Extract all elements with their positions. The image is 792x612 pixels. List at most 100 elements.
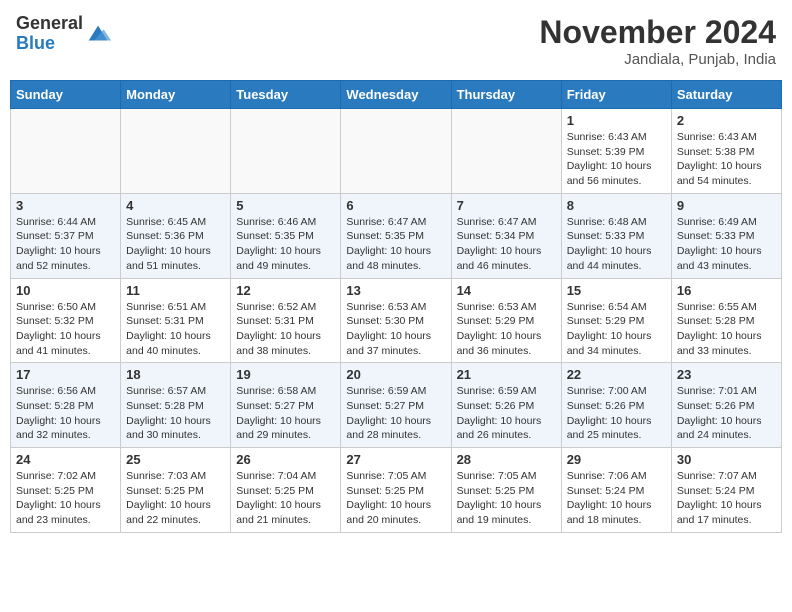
weekday-header-saturday: Saturday: [671, 81, 781, 109]
day-info: Sunrise: 7:05 AM Sunset: 5:25 PM Dayligh…: [457, 469, 556, 528]
calendar-cell: 4 Sunrise: 6:45 AM Sunset: 5:36 PM Daylig…: [121, 193, 231, 278]
day-number: 25: [126, 452, 225, 467]
day-number: 10: [16, 283, 115, 298]
calendar-cell: 7Sunrise: 6:47 AM Sunset: 5:34 PM Daylig…: [451, 193, 561, 278]
calendar-cell: 12 Sunrise: 6:52 AM Sunset: 5:31 PM Dayli…: [231, 278, 341, 363]
day-number: 15: [567, 283, 666, 298]
day-number: 20: [346, 367, 445, 382]
day-info: Sunrise: 6:51 AM Sunset: 5:31 PM Dayligh…: [126, 300, 225, 359]
calendar-cell: 24 Sunrise: 7:02 AM Sunset: 5:25 PM Dayli…: [11, 448, 121, 533]
day-info: Sunrise: 7:01 AM Sunset: 5:26 PM Dayligh…: [677, 384, 776, 443]
day-info: Sunrise: 6:55 AM Sunset: 5:28 PM Dayligh…: [677, 300, 776, 359]
calendar-cell: 13 Sunrise: 6:53 AM Sunset: 5:30 PM Dayli…: [341, 278, 451, 363]
day-info: Sunrise: 6:59 AM Sunset: 5:27 PM Dayligh…: [346, 384, 445, 443]
calendar-cell: 30Sunrise: 7:07 AM Sunset: 5:24 PM Dayli…: [671, 448, 781, 533]
calendar-cell: 15 Sunrise: 6:54 AM Sunset: 5:29 PM Dayli…: [561, 278, 671, 363]
day-number: 5: [236, 198, 335, 213]
weekday-header-tuesday: Tuesday: [231, 81, 341, 109]
day-number: 19: [236, 367, 335, 382]
calendar-cell: 21 Sunrise: 6:59 AM Sunset: 5:26 PM Dayli…: [451, 363, 561, 448]
calendar-week-4: 17 Sunrise: 6:56 AM Sunset: 5:28 PM Dayli…: [11, 363, 782, 448]
calendar-cell: 6Sunrise: 6:47 AM Sunset: 5:35 PM Daylig…: [341, 193, 451, 278]
calendar-cell: 16 Sunrise: 6:55 AM Sunset: 5:28 PM Dayli…: [671, 278, 781, 363]
weekday-header-row: SundayMondayTuesdayWednesdayThursdayFrid…: [11, 81, 782, 109]
calendar-cell: 10 Sunrise: 6:50 AM Sunset: 5:32 PM Dayli…: [11, 278, 121, 363]
day-info: Sunrise: 7:00 AM Sunset: 5:26 PM Dayligh…: [567, 384, 666, 443]
day-info: Sunrise: 6:56 AM Sunset: 5:28 PM Dayligh…: [16, 384, 115, 443]
day-number: 26: [236, 452, 335, 467]
logo: General Blue: [16, 14, 113, 54]
calendar-cell: 20 Sunrise: 6:59 AM Sunset: 5:27 PM Dayli…: [341, 363, 451, 448]
day-info: Sunrise: 6:58 AM Sunset: 5:27 PM Dayligh…: [236, 384, 335, 443]
calendar-cell: 26 Sunrise: 7:04 AM Sunset: 5:25 PM Dayli…: [231, 448, 341, 533]
calendar-cell: 25 Sunrise: 7:03 AM Sunset: 5:25 PM Dayli…: [121, 448, 231, 533]
day-info: Sunrise: 6:54 AM Sunset: 5:29 PM Dayligh…: [567, 300, 666, 359]
day-number: 1: [567, 113, 666, 128]
calendar-week-2: 3 Sunrise: 6:44 AM Sunset: 5:37 PM Daylig…: [11, 193, 782, 278]
calendar-cell: 1 Sunrise: 6:43 AM Sunset: 5:39 PM Daylig…: [561, 109, 671, 194]
calendar-cell: 18 Sunrise: 6:57 AM Sunset: 5:28 PM Dayli…: [121, 363, 231, 448]
calendar-cell: 2Sunrise: 6:43 AM Sunset: 5:38 PM Daylig…: [671, 109, 781, 194]
day-number: 17: [16, 367, 115, 382]
day-info: Sunrise: 6:53 AM Sunset: 5:30 PM Dayligh…: [346, 300, 445, 359]
day-number: 23: [677, 367, 776, 382]
calendar-cell: 14Sunrise: 6:53 AM Sunset: 5:29 PM Dayli…: [451, 278, 561, 363]
day-info: Sunrise: 6:52 AM Sunset: 5:31 PM Dayligh…: [236, 300, 335, 359]
calendar-cell: [341, 109, 451, 194]
day-info: Sunrise: 6:47 AM Sunset: 5:35 PM Dayligh…: [346, 215, 445, 274]
day-number: 29: [567, 452, 666, 467]
calendar-cell: [11, 109, 121, 194]
calendar-week-1: 1 Sunrise: 6:43 AM Sunset: 5:39 PM Daylig…: [11, 109, 782, 194]
calendar-cell: [231, 109, 341, 194]
day-info: Sunrise: 6:43 AM Sunset: 5:39 PM Dayligh…: [567, 130, 666, 189]
day-info: Sunrise: 6:49 AM Sunset: 5:33 PM Dayligh…: [677, 215, 776, 274]
day-info: Sunrise: 6:57 AM Sunset: 5:28 PM Dayligh…: [126, 384, 225, 443]
page-header: General Blue November 2024 Jandiala, Pun…: [10, 10, 782, 72]
day-number: 22: [567, 367, 666, 382]
calendar-cell: 5Sunrise: 6:46 AM Sunset: 5:35 PM Daylig…: [231, 193, 341, 278]
weekday-header-wednesday: Wednesday: [341, 81, 451, 109]
day-number: 9: [677, 198, 776, 213]
day-info: Sunrise: 7:04 AM Sunset: 5:25 PM Dayligh…: [236, 469, 335, 528]
day-info: Sunrise: 6:45 AM Sunset: 5:36 PM Dayligh…: [126, 215, 225, 274]
calendar-cell: 19 Sunrise: 6:58 AM Sunset: 5:27 PM Dayli…: [231, 363, 341, 448]
day-number: 8: [567, 198, 666, 213]
day-info: Sunrise: 6:59 AM Sunset: 5:26 PM Dayligh…: [457, 384, 556, 443]
day-number: 11: [126, 283, 225, 298]
calendar-cell: 3 Sunrise: 6:44 AM Sunset: 5:37 PM Daylig…: [11, 193, 121, 278]
day-info: Sunrise: 6:50 AM Sunset: 5:32 PM Dayligh…: [16, 300, 115, 359]
day-number: 4: [126, 198, 225, 213]
logo-blue: Blue: [16, 33, 55, 53]
calendar-cell: 29Sunrise: 7:06 AM Sunset: 5:24 PM Dayli…: [561, 448, 671, 533]
calendar-cell: 28Sunrise: 7:05 AM Sunset: 5:25 PM Dayli…: [451, 448, 561, 533]
calendar-cell: 9 Sunrise: 6:49 AM Sunset: 5:33 PM Daylig…: [671, 193, 781, 278]
day-info: Sunrise: 7:03 AM Sunset: 5:25 PM Dayligh…: [126, 469, 225, 528]
weekday-header-thursday: Thursday: [451, 81, 561, 109]
calendar-cell: 27 Sunrise: 7:05 AM Sunset: 5:25 PM Dayli…: [341, 448, 451, 533]
day-info: Sunrise: 6:44 AM Sunset: 5:37 PM Dayligh…: [16, 215, 115, 274]
day-number: 27: [346, 452, 445, 467]
logo-icon: [85, 20, 113, 48]
day-info: Sunrise: 6:48 AM Sunset: 5:33 PM Dayligh…: [567, 215, 666, 274]
day-info: Sunrise: 7:05 AM Sunset: 5:25 PM Dayligh…: [346, 469, 445, 528]
calendar-cell: [121, 109, 231, 194]
day-info: Sunrise: 7:07 AM Sunset: 5:24 PM Dayligh…: [677, 469, 776, 528]
day-number: 13: [346, 283, 445, 298]
weekday-header-friday: Friday: [561, 81, 671, 109]
day-number: 18: [126, 367, 225, 382]
calendar-cell: 23 Sunrise: 7:01 AM Sunset: 5:26 PM Dayli…: [671, 363, 781, 448]
weekday-header-monday: Monday: [121, 81, 231, 109]
logo-general: General: [16, 13, 83, 33]
day-info: Sunrise: 6:43 AM Sunset: 5:38 PM Dayligh…: [677, 130, 776, 189]
calendar-cell: 22 Sunrise: 7:00 AM Sunset: 5:26 PM Dayli…: [561, 363, 671, 448]
day-number: 12: [236, 283, 335, 298]
day-number: 3: [16, 198, 115, 213]
calendar-cell: 11 Sunrise: 6:51 AM Sunset: 5:31 PM Dayli…: [121, 278, 231, 363]
calendar-cell: 17 Sunrise: 6:56 AM Sunset: 5:28 PM Dayli…: [11, 363, 121, 448]
day-number: 16: [677, 283, 776, 298]
day-info: Sunrise: 7:02 AM Sunset: 5:25 PM Dayligh…: [16, 469, 115, 528]
day-number: 24: [16, 452, 115, 467]
location-title: Jandiala, Punjab, India: [539, 51, 776, 68]
calendar-table: SundayMondayTuesdayWednesdayThursdayFrid…: [10, 80, 782, 533]
day-number: 21: [457, 367, 556, 382]
